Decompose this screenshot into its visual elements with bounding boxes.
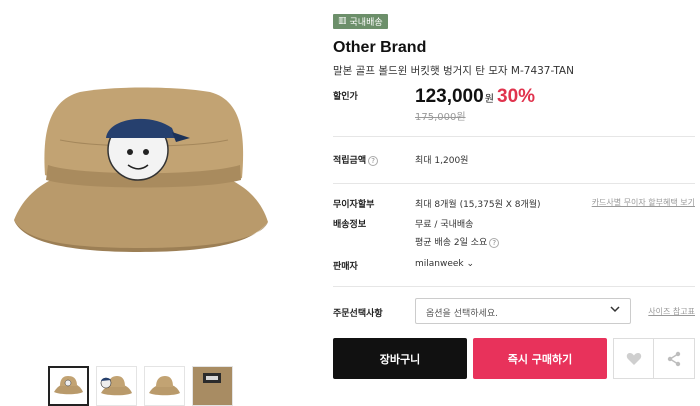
thumbnail-2[interactable]	[96, 366, 137, 406]
add-to-cart-button[interactable]: 장바구니	[333, 338, 467, 379]
action-buttons: 장바구니 즉시 구매하기	[333, 338, 695, 380]
installment-benefit-link[interactable]: 카드사별 무이자 할부혜택 보기	[592, 197, 695, 208]
divider	[333, 286, 695, 287]
thumbnail-3[interactable]	[144, 366, 185, 406]
chevron-down-icon	[610, 304, 620, 317]
product-info: ▥ 국내배송 Other Brand 말본 골프 볼드윈 버킷햇 벙거지 탄 모…	[333, 8, 695, 379]
heart-icon	[626, 352, 642, 365]
original-price: 175,000원	[415, 112, 466, 123]
thumbnail-4[interactable]	[192, 366, 233, 406]
brand-name[interactable]: Other Brand	[333, 39, 695, 57]
share-icon	[667, 351, 681, 366]
sale-price: 123,000원	[415, 86, 494, 107]
thumbnail-strip	[48, 366, 233, 406]
product-title: 말본 골프 볼드윈 버킷햇 벙거지 탄 모자 M-7437-TAN	[333, 64, 574, 77]
discount-rate: 30%	[497, 86, 536, 107]
price-label: 할인가	[333, 92, 358, 102]
domestic-shipping-badge: ▥ 국내배송	[333, 13, 388, 29]
help-icon[interactable]: ?	[368, 155, 379, 166]
help-icon[interactable]: ?	[489, 237, 500, 248]
divider	[333, 183, 695, 184]
divider	[333, 136, 695, 137]
share-button[interactable]	[653, 338, 695, 379]
option-select[interactable]: 옵션을 선택하세요.	[415, 298, 631, 324]
average-shipping-text: 평균 배송 2일 소요?	[415, 235, 500, 248]
chevron-down-icon: ⌄	[466, 259, 475, 269]
size-chart-link[interactable]: 사이즈 참고표	[648, 306, 695, 317]
wishlist-button[interactable]	[613, 338, 655, 379]
box-icon: ▥	[338, 16, 347, 26]
thumbnail-1[interactable]	[48, 366, 89, 406]
main-product-image	[0, 0, 290, 345]
buy-now-button[interactable]: 즉시 구매하기	[473, 338, 607, 379]
seller-dropdown[interactable]: milanweek ⌄	[415, 259, 474, 269]
